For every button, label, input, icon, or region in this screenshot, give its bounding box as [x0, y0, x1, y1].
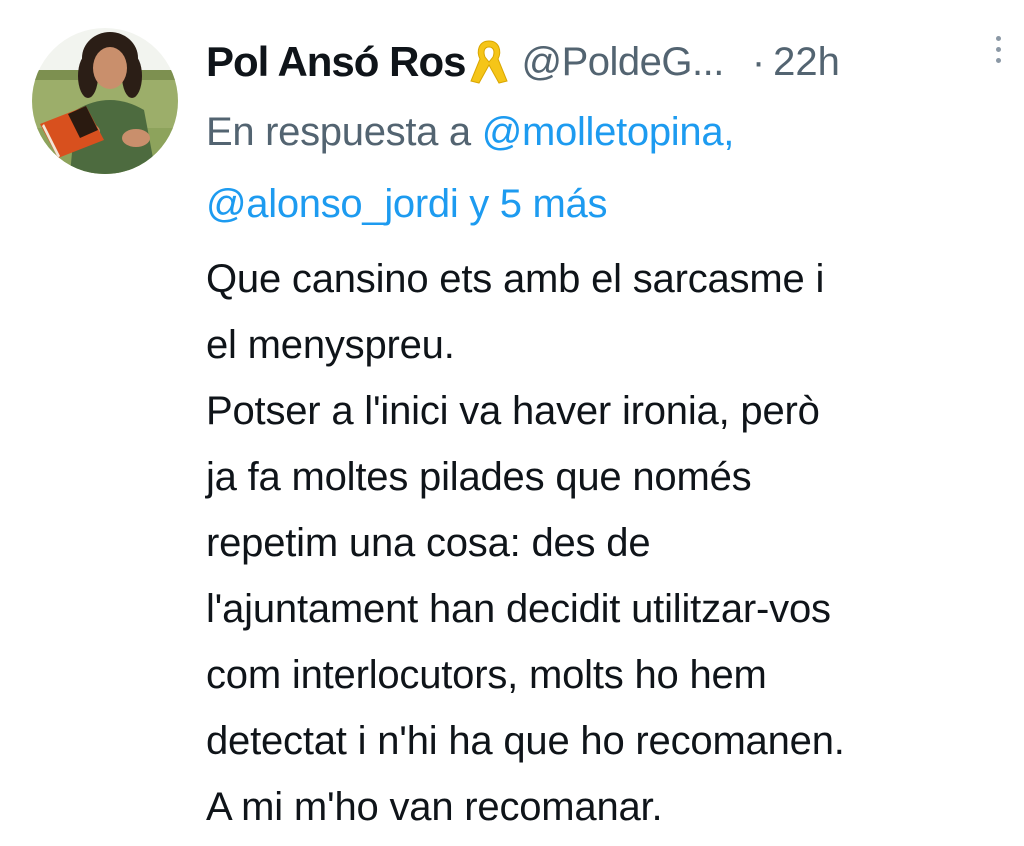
reply-prefix: En respuesta a — [206, 110, 482, 154]
avatar[interactable] — [32, 28, 178, 174]
tweet-content: Pol Ansó Ros @PoldeG... · 22h En respues… — [206, 30, 1006, 840]
yellow-ribbon-icon — [467, 37, 511, 87]
tweet-text-line: l'ajuntament han decidit utilitzar-vos — [206, 587, 831, 631]
tweet-text-line: com interlocutors, molts ho hem — [206, 653, 767, 697]
mention-link[interactable]: @molletopina, — [482, 110, 735, 154]
tweet-text-line: el menyspreu. — [206, 323, 455, 367]
display-name[interactable]: Pol Ansó Ros — [206, 38, 466, 86]
tweet-text-line: repetim una cosa: des de — [206, 521, 651, 565]
others-link[interactable]: 5 más — [500, 182, 608, 226]
reply-joiner: y — [458, 182, 500, 226]
more-options-icon[interactable] — [988, 36, 1008, 76]
tweet-text-line: Que cansino ets amb el sarcasme i — [206, 257, 825, 301]
tweet-text-line: detectat i n'hi ha que ho recomanen. — [206, 719, 845, 763]
timestamp[interactable]: 22h — [773, 40, 840, 85]
mention-link[interactable]: @alonso_jordi — [206, 182, 459, 226]
tweet: Pol Ansó Ros @PoldeG... · 22h En respues… — [0, 0, 1024, 846]
separator-dot: · — [751, 39, 766, 84]
tweet-text-line: Potser a l'inici va haver ironia, però — [206, 389, 820, 433]
tweet-text-line: A mi m'ho van recomanar. — [206, 785, 663, 829]
tweet-header: Pol Ansó Ros @PoldeG... · 22h — [206, 30, 1006, 94]
tweet-text-line: ja fa moltes pilades que només — [206, 455, 752, 499]
user-handle[interactable]: @PoldeG... — [521, 40, 724, 85]
avatar-photo — [32, 28, 178, 174]
reply-context: En respuesta a @molletopina, @alonso_jor… — [206, 96, 1006, 240]
tweet-text: Que cansino ets amb el sarcasme i el men… — [206, 246, 1006, 840]
